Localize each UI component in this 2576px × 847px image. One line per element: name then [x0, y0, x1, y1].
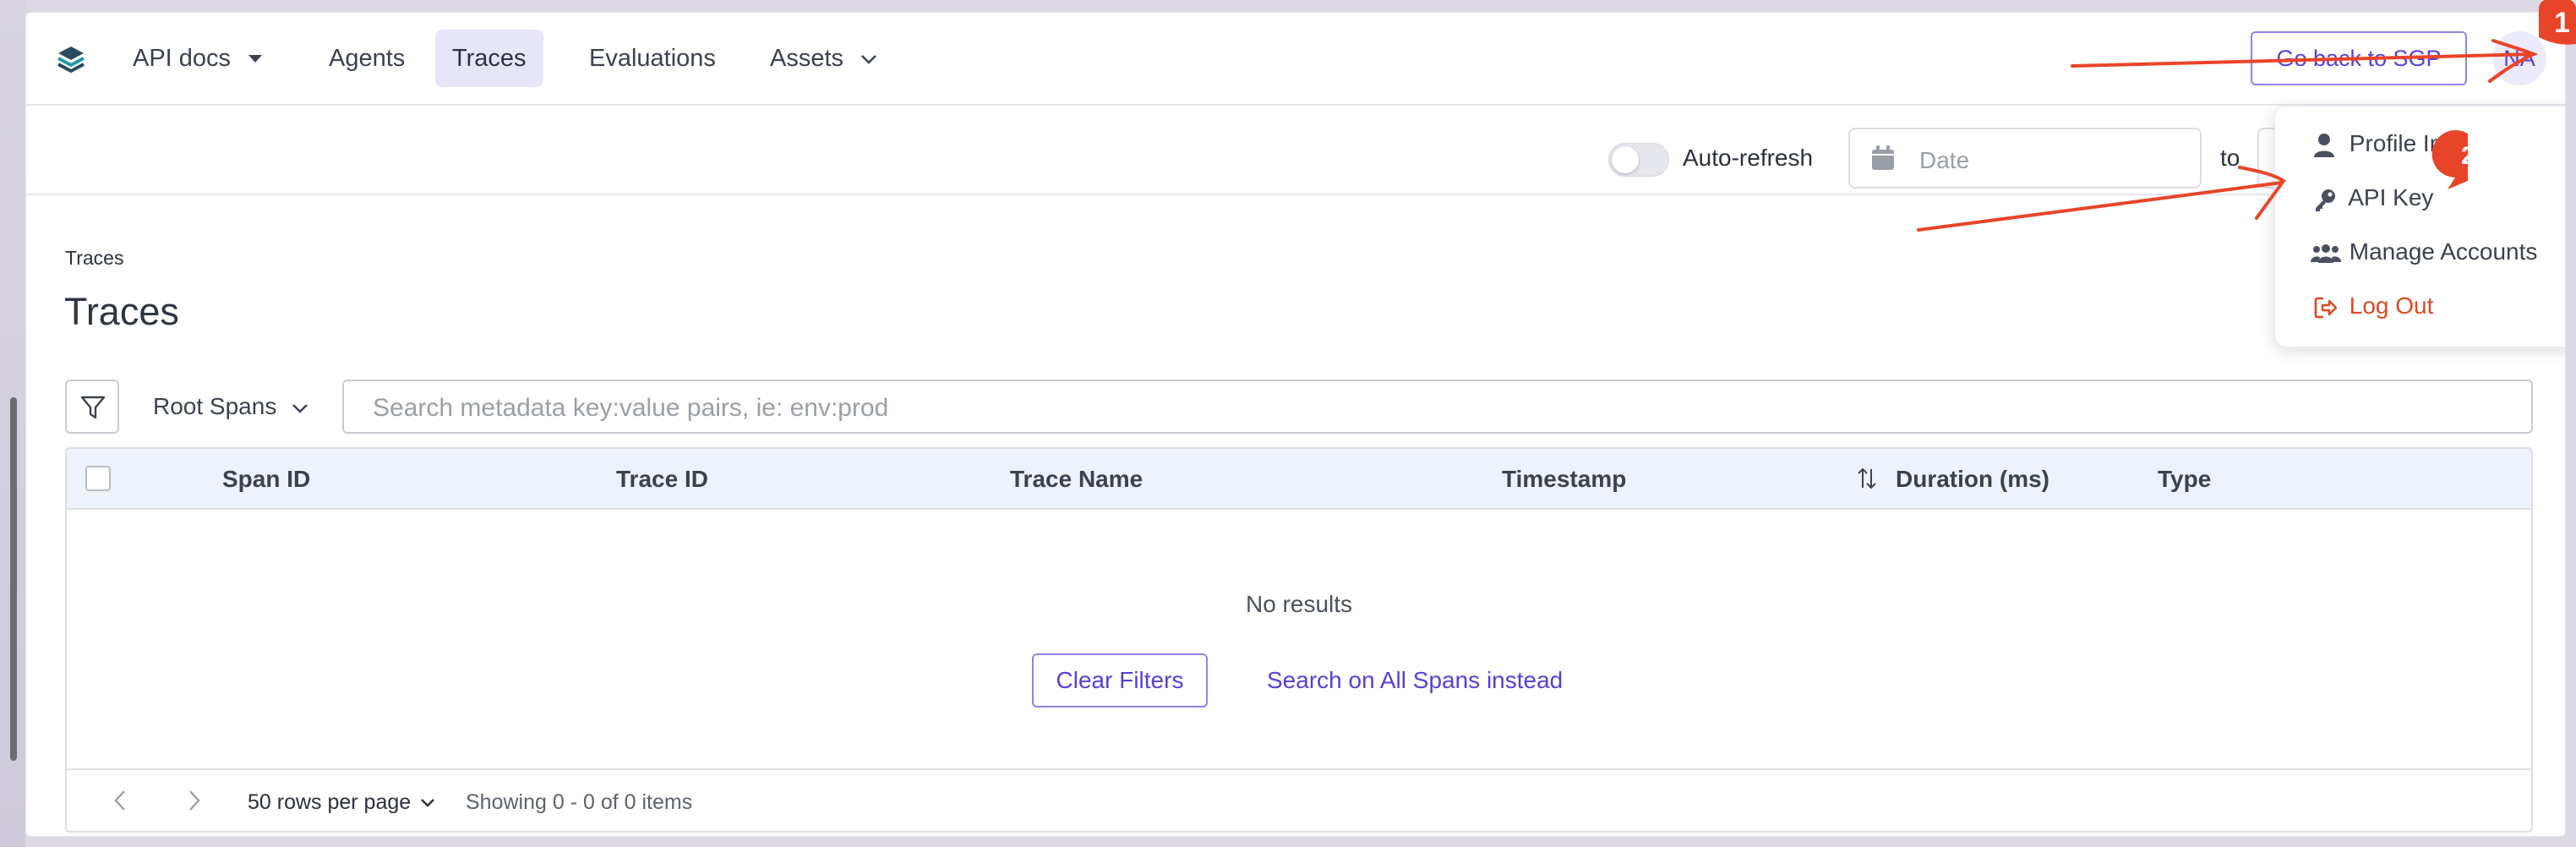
annotation-badge-1-label: 1: [2554, 7, 2570, 39]
annotation-arrow-2: [1917, 166, 2286, 232]
annotation-overlay: [1917, 0, 2576, 232]
annotation-arrow-1: [2071, 39, 2539, 83]
annotation-badge-2-label: 2: [2461, 142, 2475, 170]
